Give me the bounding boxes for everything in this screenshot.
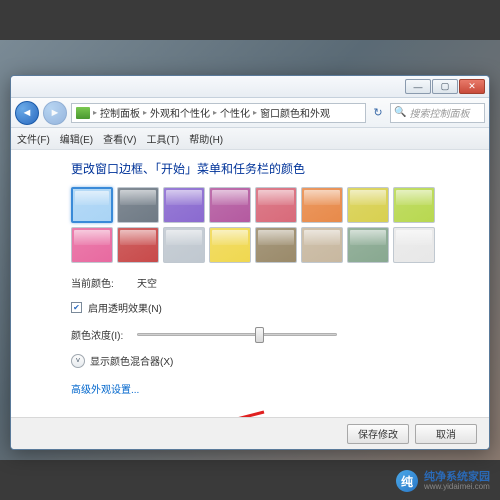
menu-edit[interactable]: 编辑(E) <box>60 131 93 146</box>
color-swatch-0[interactable] <box>71 187 113 223</box>
current-color-label: 当前颜色: <box>71 275 131 290</box>
transparency-checkbox[interactable]: ✔ <box>71 302 82 313</box>
chevron-right-icon: ▸ <box>143 108 147 117</box>
color-swatch-14[interactable] <box>347 227 389 263</box>
breadcrumb-root[interactable]: 控制面板 <box>100 105 140 120</box>
search-input[interactable]: 🔍 搜索控制面板 <box>390 103 485 123</box>
advanced-appearance-link[interactable]: 高级外观设置... <box>71 381 139 396</box>
search-icon: 🔍 <box>394 107 406 118</box>
menu-view[interactable]: 查看(V) <box>103 131 136 146</box>
color-swatch-11[interactable] <box>209 227 251 263</box>
nav-back-button[interactable]: ◄ <box>15 101 39 125</box>
titlebar: ― ▢ ✕ <box>11 76 489 98</box>
breadcrumb-current: 窗口颜色和外观 <box>260 105 330 120</box>
intensity-slider[interactable] <box>137 325 337 343</box>
page-title: 更改窗口边框、「开始」菜单和任务栏的颜色 <box>71 160 469 177</box>
content-area: 更改窗口边框、「开始」菜单和任务栏的颜色 当前颜色: 天空 ✔ 启用透明效果(N… <box>11 150 489 417</box>
color-swatch-13[interactable] <box>301 227 343 263</box>
close-button[interactable]: ✕ <box>459 79 485 94</box>
control-panel-icon <box>76 107 90 119</box>
watermark-name: 纯净系统家园 <box>424 471 490 483</box>
slider-thumb[interactable] <box>255 327 264 343</box>
cancel-button[interactable]: 取消 <box>415 424 477 444</box>
maximize-button[interactable]: ▢ <box>432 79 458 94</box>
color-swatch-12[interactable] <box>255 227 297 263</box>
color-swatch-7[interactable] <box>393 187 435 223</box>
breadcrumb-level2[interactable]: 个性化 <box>220 105 250 120</box>
intensity-label: 颜色浓度(I): <box>71 327 131 342</box>
transparency-label[interactable]: 启用透明效果(N) <box>88 300 162 315</box>
watermark-logo: 纯 <box>396 470 418 492</box>
search-placeholder: 搜索控制面板 <box>409 105 469 120</box>
nav-bar: ◄ ► ▸ 控制面板 ▸ 外观和个性化 ▸ 个性化 ▸ 窗口颜色和外观 ↻ 🔍 … <box>11 98 489 128</box>
save-button[interactable]: 保存修改 <box>347 424 409 444</box>
mixer-label: 显示颜色混合器(X) <box>90 353 173 368</box>
watermark-url: www.yidaimei.com <box>424 483 490 492</box>
color-swatch-4[interactable] <box>255 187 297 223</box>
window-color-appearance: ― ▢ ✕ ◄ ► ▸ 控制面板 ▸ 外观和个性化 ▸ 个性化 ▸ 窗口颜色和外… <box>10 75 490 450</box>
dialog-footer: 保存修改 取消 <box>11 417 489 449</box>
current-color-value: 天空 <box>137 275 157 290</box>
color-swatch-6[interactable] <box>347 187 389 223</box>
color-swatch-3[interactable] <box>209 187 251 223</box>
color-swatch-8[interactable] <box>71 227 113 263</box>
color-swatch-5[interactable] <box>301 187 343 223</box>
minimize-button[interactable]: ― <box>405 79 431 94</box>
menu-tools[interactable]: 工具(T) <box>146 131 179 146</box>
chevron-right-icon: ▸ <box>253 108 257 117</box>
color-swatch-9[interactable] <box>117 227 159 263</box>
chevron-down-icon: ˅ <box>71 354 85 368</box>
menu-bar: 文件(F) 编辑(E) 查看(V) 工具(T) 帮助(H) <box>11 128 489 150</box>
watermark: 纯 纯净系统家园 www.yidaimei.com <box>396 470 490 492</box>
breadcrumb[interactable]: ▸ 控制面板 ▸ 外观和个性化 ▸ 个性化 ▸ 窗口颜色和外观 <box>71 103 366 123</box>
color-swatch-2[interactable] <box>163 187 205 223</box>
color-mixer-toggle[interactable]: ˅ 显示颜色混合器(X) <box>71 353 469 368</box>
chevron-right-icon: ▸ <box>213 108 217 117</box>
menu-file[interactable]: 文件(F) <box>17 131 50 146</box>
breadcrumb-level1[interactable]: 外观和个性化 <box>150 105 210 120</box>
chevron-right-icon: ▸ <box>93 108 97 117</box>
nav-forward-button[interactable]: ► <box>43 101 67 125</box>
annotation-arrow <box>176 408 276 417</box>
color-swatch-grid <box>71 187 451 263</box>
color-swatch-1[interactable] <box>117 187 159 223</box>
menu-help[interactable]: 帮助(H) <box>189 131 223 146</box>
refresh-button[interactable]: ↻ <box>370 105 386 121</box>
color-swatch-15[interactable] <box>393 227 435 263</box>
color-swatch-10[interactable] <box>163 227 205 263</box>
